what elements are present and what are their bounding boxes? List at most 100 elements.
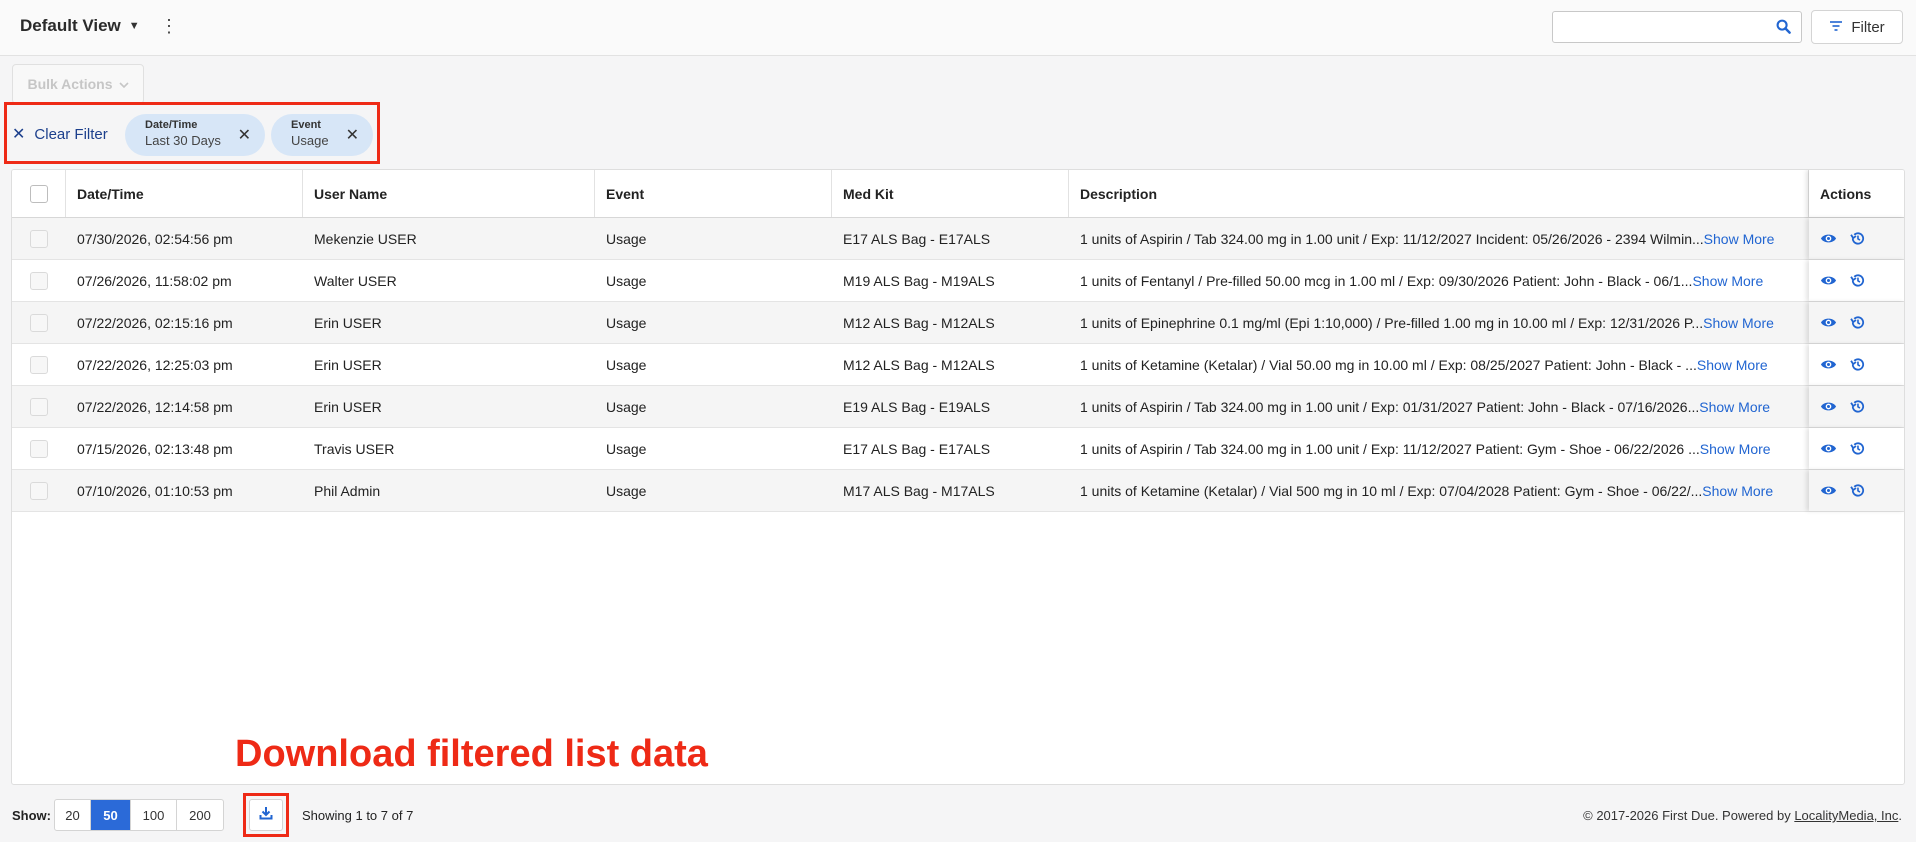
show-more-link[interactable]: Show More: [1697, 357, 1768, 373]
kebab-menu-icon[interactable]: ⋮: [160, 16, 178, 36]
chip-value: Last 30 Days: [145, 133, 221, 148]
column-header-med-kit[interactable]: Med Kit: [832, 170, 1069, 217]
close-icon[interactable]: ✕: [238, 125, 251, 145]
row-select-cell: [12, 470, 66, 511]
page-size-option-selected[interactable]: 50: [91, 800, 131, 830]
cell-med-kit: E19 ALS Bag - E19ALS: [843, 398, 991, 415]
cell-med-kit: E17 ALS Bag - E17ALS: [843, 440, 991, 457]
table-row[interactable]: 07/22/2026, 02:15:16 pm Erin USER Usage M12…: [12, 302, 1904, 344]
show-more-link[interactable]: Show More: [1700, 441, 1771, 457]
table-row[interactable]: 07/10/2026, 01:10:53 pm Phil Admin Usage M1…: [12, 470, 1904, 512]
select-all-cell: [12, 170, 66, 217]
view-title: Default View: [20, 16, 121, 35]
cell-user-name: Erin USER: [314, 398, 382, 415]
row-checkbox[interactable]: [30, 313, 48, 332]
clear-filter-button[interactable]: ✕ Clear Filter: [12, 124, 108, 144]
cell-actions: [1809, 428, 1904, 469]
row-checkbox[interactable]: [30, 271, 48, 290]
cell-datetime: 07/22/2026, 12:25:03 pm: [77, 356, 233, 373]
eye-icon[interactable]: [1820, 232, 1837, 245]
cell-event: Usage: [606, 482, 647, 499]
show-label: Show:: [12, 808, 51, 823]
history-icon[interactable]: [1849, 230, 1866, 247]
table-row[interactable]: 07/22/2026, 12:25:03 pm Erin USER Usage M12…: [12, 344, 1904, 386]
cell-actions: [1809, 386, 1904, 427]
column-header-user-name[interactable]: User Name: [303, 170, 595, 217]
table-row[interactable]: 07/15/2026, 02:13:48 pm Travis USER Usage E…: [12, 428, 1904, 470]
history-icon[interactable]: [1849, 440, 1866, 457]
download-button[interactable]: [249, 799, 283, 831]
row-checkbox[interactable]: [30, 229, 48, 248]
copyright-suffix: .: [1898, 808, 1902, 823]
cell-actions: [1809, 344, 1904, 385]
row-select-cell: [12, 218, 66, 259]
cell-description: 1 units of Epinephrine 0.1 mg/ml (Epi 1:…: [1069, 302, 1809, 343]
show-more-link[interactable]: Show More: [1704, 231, 1775, 247]
close-icon[interactable]: ✕: [346, 125, 359, 145]
cell-actions: [1809, 470, 1904, 511]
view-selector[interactable]: Default View ▼: [20, 16, 140, 36]
row-checkbox[interactable]: [30, 439, 48, 458]
description-text: 1 units of Aspirin / Tab 324.00 mg in 1.…: [1080, 440, 1700, 457]
clear-filter-label: Clear Filter: [34, 125, 108, 143]
column-header-event[interactable]: Event: [595, 170, 832, 217]
cell-datetime: 07/30/2026, 02:54:56 pm: [77, 230, 233, 247]
page-size-option[interactable]: 200: [177, 800, 223, 830]
table-header-row: Date/Time User Name Event Med Kit Descri…: [12, 170, 1904, 218]
cell-user-name: Travis USER: [314, 440, 395, 457]
table-row[interactable]: 07/26/2026, 11:58:02 pm Walter USER Usage M…: [12, 260, 1904, 302]
row-checkbox[interactable]: [30, 481, 48, 500]
annotation-text: Download filtered list data: [235, 733, 708, 775]
table-row[interactable]: 07/30/2026, 02:54:56 pm Mekenzie USER Usag…: [12, 218, 1904, 260]
row-checkbox[interactable]: [30, 397, 48, 416]
column-header-actions: Actions: [1809, 170, 1904, 217]
cell-actions: [1809, 218, 1904, 259]
history-icon[interactable]: [1849, 314, 1866, 331]
eye-icon[interactable]: [1820, 316, 1837, 329]
row-select-cell: [12, 302, 66, 343]
show-more-link[interactable]: Show More: [1692, 273, 1763, 289]
show-more-link[interactable]: Show More: [1702, 483, 1773, 499]
eye-icon[interactable]: [1820, 274, 1837, 287]
column-header-datetime[interactable]: Date/Time: [66, 170, 303, 217]
eye-icon[interactable]: [1820, 400, 1837, 413]
show-more-link[interactable]: Show More: [1699, 399, 1770, 415]
filter-button[interactable]: Filter: [1811, 10, 1903, 44]
page-size-option[interactable]: 100: [131, 800, 177, 830]
history-icon[interactable]: [1849, 482, 1866, 499]
cell-user-name: Erin USER: [314, 314, 382, 331]
table-row[interactable]: 07/22/2026, 12:14:58 pm Erin USER Usage E19…: [12, 386, 1904, 428]
page-size-option[interactable]: 20: [55, 800, 91, 830]
search-input[interactable]: [1561, 13, 1771, 41]
eye-icon[interactable]: [1820, 442, 1837, 455]
row-checkbox[interactable]: [30, 355, 48, 374]
cell-datetime: 07/15/2026, 02:13:48 pm: [77, 440, 233, 457]
search-icon[interactable]: [1776, 19, 1791, 39]
history-icon[interactable]: [1849, 272, 1866, 289]
filter-chip-datetime[interactable]: Date/Time Last 30 Days ✕: [125, 114, 265, 156]
eye-icon[interactable]: [1820, 358, 1837, 371]
copyright-link[interactable]: LocalityMedia, Inc: [1794, 808, 1898, 823]
eye-icon[interactable]: [1820, 484, 1837, 497]
description-text: 1 units of Ketamine (Ketalar) / Vial 500…: [1080, 482, 1703, 499]
show-more-link[interactable]: Show More: [1703, 315, 1774, 331]
bulk-actions-button[interactable]: Bulk Actions: [12, 64, 144, 104]
cell-description: 1 units of Aspirin / Tab 324.00 mg in 1.…: [1069, 386, 1809, 427]
cell-event: Usage: [606, 356, 647, 373]
cell-datetime: 07/10/2026, 01:10:53 pm: [77, 482, 233, 499]
page-size-selector: 20 50 100 200: [54, 799, 224, 831]
close-icon: ✕: [12, 126, 26, 143]
filter-chip-event[interactable]: Event Usage ✕: [271, 114, 373, 156]
cell-med-kit: M12 ALS Bag - M12ALS: [843, 356, 995, 373]
history-icon[interactable]: [1849, 398, 1866, 415]
column-header-description[interactable]: Description: [1069, 170, 1809, 217]
select-all-checkbox[interactable]: [29, 184, 48, 203]
cell-med-kit: E17 ALS Bag - E17ALS: [843, 230, 991, 247]
cell-med-kit: M19 ALS Bag - M19ALS: [843, 272, 995, 289]
history-icon[interactable]: [1849, 356, 1866, 373]
cell-datetime: 07/22/2026, 02:15:16 pm: [77, 314, 233, 331]
cell-event: Usage: [606, 272, 647, 289]
row-select-cell: [12, 344, 66, 385]
cell-med-kit: M17 ALS Bag - M17ALS: [843, 482, 995, 499]
cell-datetime: 07/22/2026, 12:14:58 pm: [77, 398, 233, 415]
